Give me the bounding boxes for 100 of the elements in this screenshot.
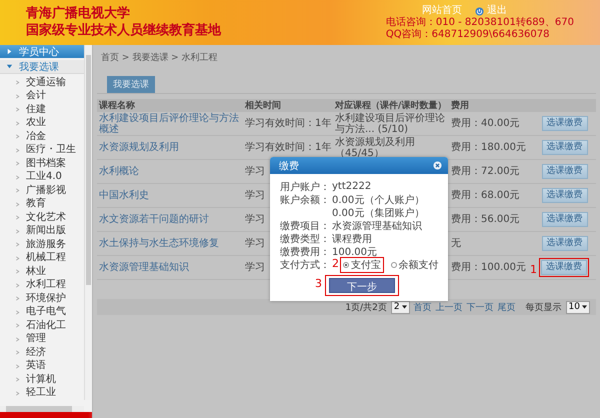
chevron-icon [15,336,20,342]
chevron-icon [15,80,20,86]
table-cell: 学习 [245,262,265,273]
sidebar-item[interactable]: 交通运输 [26,76,66,89]
phone-info: 电话咨询：010 - 82038101转689、670 [386,17,574,29]
sidebar-item[interactable]: 冶金 [26,130,46,143]
close-icon[interactable] [433,161,442,170]
sidebar-item[interactable]: 英语 [26,360,46,372]
page-link[interactable]: 下一页 [466,300,494,314]
table-cell: 学习 [245,166,265,177]
sidebar-section[interactable]: 我要选课 [0,60,84,74]
chevron-icon [15,364,20,369]
dropdown-icon [402,305,407,309]
pay-button[interactable]: 选课缴费 [542,164,588,179]
chevron-icon [15,174,20,180]
field-label: 账户余额： [280,194,330,206]
site-title: 青海广播电视大学 [26,5,131,22]
table-cell: 无 [451,238,461,249]
table-cell: 费用：180.00元 [451,142,526,153]
callout-number: 2 [332,258,339,268]
sidebar-item[interactable]: 教育 [26,198,46,210]
radio-button[interactable] [343,262,349,268]
table-cell: 水利建设项目后评价理论与方法... (5/10) [335,112,445,134]
table-cell: 学习 [245,214,265,225]
dropdown-icon [582,305,587,309]
table-cell: 费用：100.00元 [451,262,526,273]
sidebar-item[interactable]: 广播影视 [26,184,66,197]
sidebar-item[interactable]: 医疗・卫生 [26,144,76,156]
sidebar-item[interactable]: 旅游服务 [26,238,66,251]
field-value: 0.00元（集团账户） [332,206,424,220]
pay-button[interactable]: 选课缴费 [542,188,588,203]
scrollbar[interactable] [84,45,92,400]
chevron-icon [15,310,20,315]
field-value: 0.00元（个人账户） [332,194,424,206]
field-value: 水资源管理基础知识 [332,220,422,232]
chevron-icon [15,148,20,153]
chevron-icon [15,377,20,382]
next-button[interactable]: 下一步 [329,278,395,293]
qq-info: QQ咨询：648712909\664636078 [386,29,550,41]
breadcrumb: 首页 > 我要选课 > 水利工程 [101,53,219,64]
chevron-icon [15,120,20,126]
scrollbar[interactable] [0,406,84,412]
chevron-icon [15,228,20,234]
caret-down-icon [6,63,13,70]
chevron-icon [15,269,20,274]
page-link[interactable]: 尾页 [498,300,516,314]
radio-label[interactable]: 余额支付 [398,258,438,272]
sidebar-item[interactable]: 管理 [26,333,46,346]
pay-button[interactable]: 选课缴费 [541,260,587,275]
sidebar-item[interactable]: 文化艺术 [26,212,66,224]
chevron-icon [15,94,20,99]
sidebar-item[interactable]: 石油化工 [26,320,66,332]
chevron-icon [15,323,20,328]
sidebar-item[interactable]: 经济 [26,346,46,359]
pay-button[interactable]: 选课缴费 [542,116,588,131]
field-value: 100.00元 [332,246,377,258]
page-link[interactable]: 上一页 [436,300,463,314]
per-page-select[interactable]: 10 [566,300,590,314]
field-label: 支付方式： [280,260,330,270]
sidebar-item[interactable]: 环境保护 [26,292,66,305]
callout-number: 3 [315,278,322,289]
chevron-icon [15,202,20,207]
pay-button[interactable]: 选课缴费 [542,140,588,155]
radio-button[interactable] [390,262,396,268]
sidebar-item[interactable]: 电子电气 [26,306,66,318]
table-cell: 学习 [245,238,265,249]
sidebar-item[interactable]: 水利工程 [26,279,66,292]
sidebar-item[interactable]: 农业 [26,117,46,130]
chevron-icon [15,161,20,166]
pay-button[interactable]: 选课缴费 [542,236,588,251]
sidebar-item[interactable]: 林业 [26,266,46,278]
page-link[interactable]: 首页 [414,300,432,314]
table-cell: 学习有效时间：1年 [245,118,332,129]
chevron-icon [15,256,20,261]
dialog-title: 缴费 [279,160,299,172]
table-cell: 学习 [245,190,265,201]
radio-label[interactable]: 支付宝 [351,258,381,272]
chevron-icon [15,188,20,194]
table-cell: 费用：68.00元 [451,190,520,201]
chevron-icon [15,242,20,248]
pay-button[interactable]: 选课缴费 [542,212,588,227]
column-header: 课程名称 [98,100,136,112]
sidebar-item[interactable]: 计算机 [26,374,56,386]
chevron-icon [15,107,20,112]
table-cell: 学习有效时间：1年 [245,142,332,153]
column-header: 费用 [450,99,470,112]
chevron-icon [15,215,20,220]
sidebar-item[interactable]: 住建 [26,104,46,116]
sidebar-item[interactable]: 工业4.0 [26,171,62,184]
page-select[interactable]: 2 [390,300,410,314]
field-label: 缴费费用： [280,246,330,258]
sidebar-item[interactable]: 新闻出版 [26,225,66,238]
sidebar-item[interactable]: 图书档案 [26,158,66,170]
sidebar-item[interactable]: 轻工业 [26,387,56,400]
sidebar-item[interactable]: 会计 [26,90,46,102]
callout-number: 1 [530,264,537,275]
field-value: ytt2222 [332,181,372,192]
column-header: 对应课程（课件/课时数量） [334,99,448,112]
sidebar-item[interactable]: 机械工程 [26,252,66,264]
chevron-icon [15,350,20,356]
